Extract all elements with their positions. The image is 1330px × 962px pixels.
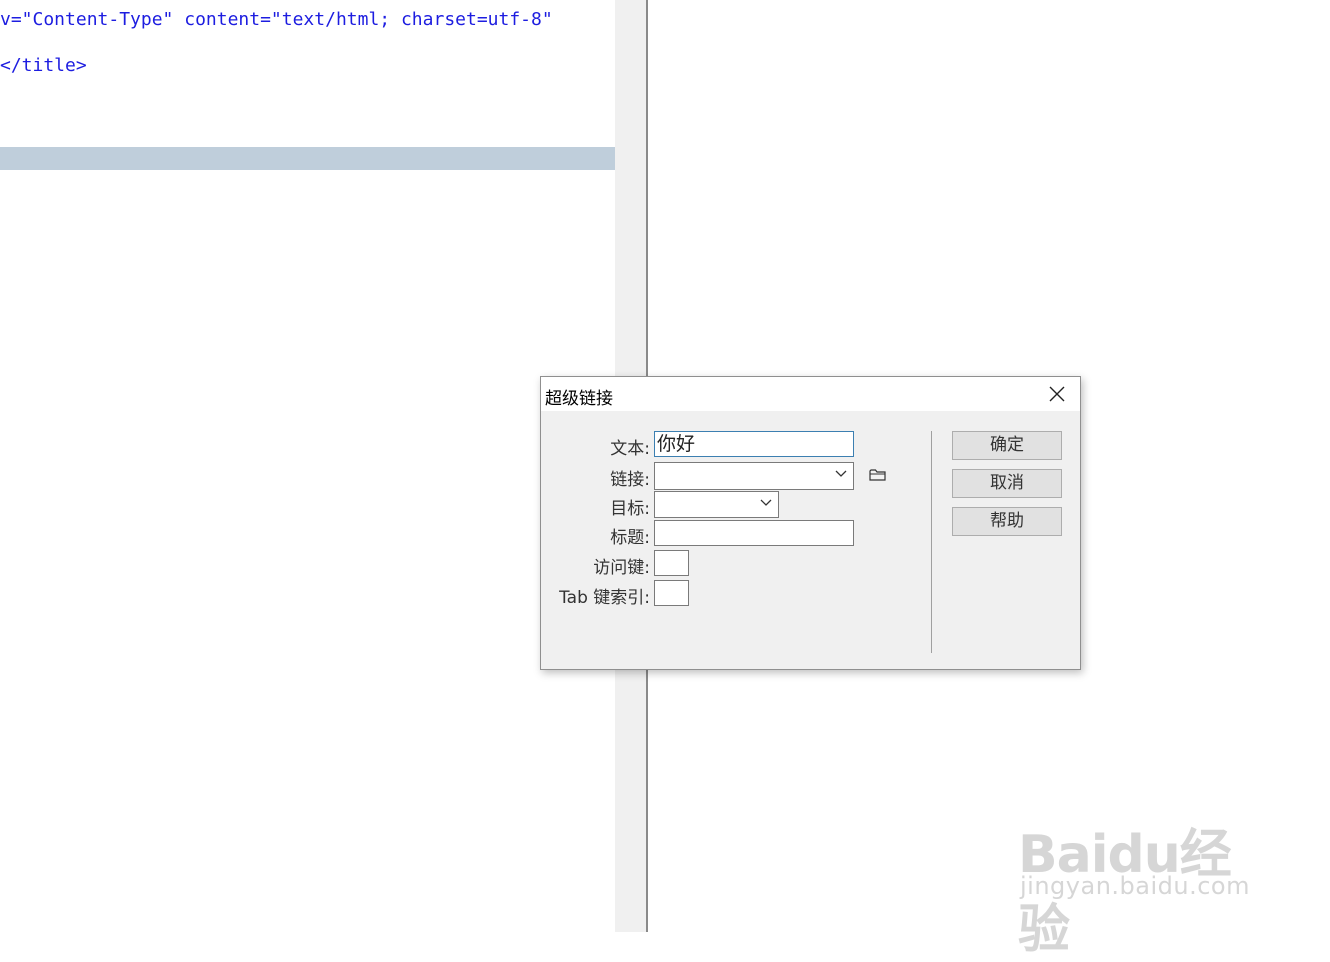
close-button[interactable] [1042, 381, 1072, 407]
tabindex-label: Tab 键索引: [559, 588, 650, 608]
accesskey-label: 访问键: [593, 558, 650, 578]
hyperlink-dialog: 超级链接 文本: 你好 链接: 目标: 标题: 访问键: Tab 键索引: 确定… [540, 376, 1081, 670]
ok-button[interactable]: 确定 [952, 431, 1062, 460]
accesskey-input[interactable] [654, 550, 689, 576]
dialog-title: 超级链接 [545, 389, 613, 409]
code-editor[interactable]: v="Content-Type" content="text/html; cha… [0, 0, 615, 932]
folder-icon[interactable] [869, 468, 887, 482]
dialog-separator [931, 431, 932, 653]
close-icon [1049, 386, 1065, 402]
link-label: 链接: [610, 470, 650, 490]
chevron-down-icon [760, 499, 772, 506]
cancel-button[interactable]: 取消 [952, 469, 1062, 498]
chevron-down-icon [835, 470, 847, 477]
tabindex-input[interactable] [654, 580, 689, 606]
watermark: Baidu经验 jingyan.baidu.com [1018, 790, 1268, 960]
help-button[interactable]: 帮助 [952, 507, 1062, 536]
watermark-url: jingyan.baidu.com [1020, 872, 1250, 900]
code-line[interactable]: v="Content-Type" content="text/html; cha… [0, 8, 553, 32]
target-label: 目标: [610, 499, 650, 519]
title-input[interactable] [654, 520, 854, 546]
current-line-highlight [0, 147, 615, 170]
text-input[interactable]: 你好 [654, 431, 854, 457]
dialog-titlebar[interactable]: 超级链接 [541, 377, 1080, 411]
text-label: 文本: [610, 439, 650, 459]
title-label: 标题: [610, 528, 650, 548]
target-select[interactable] [654, 491, 779, 518]
code-line[interactable]: </title> [0, 54, 87, 78]
link-select[interactable] [654, 462, 854, 490]
